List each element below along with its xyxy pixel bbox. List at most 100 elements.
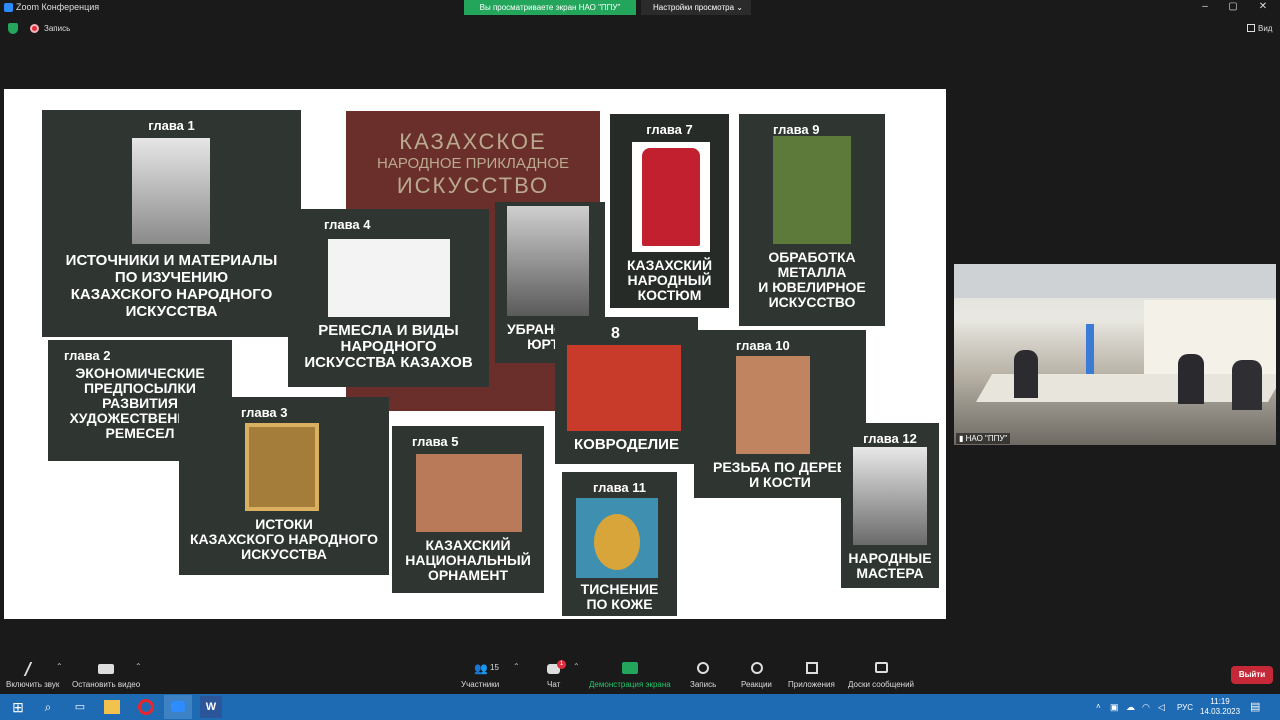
apps-button[interactable]: Приложения [788,680,835,689]
video-button[interactable]: Остановить видео [72,680,140,689]
mute-button[interactable]: Включить звук [6,680,59,689]
participant-video[interactable] [954,264,1276,445]
participant-person [1014,350,1038,398]
chevron-down-icon: ⌄ [736,3,743,12]
elder-photo [132,138,210,244]
record-button[interactable]: Запись [690,680,716,689]
zoom-icon [171,701,185,712]
chapter-card-9: глава 9 ОБРАБОТКА МЕТАЛЛА И ЮВЕЛИРНОЕ ИСКУС… [739,114,885,326]
taskbar-clock[interactable]: 11:19 14.03.2023 [1200,697,1240,717]
craftsman-photo [853,447,927,545]
participants-button[interactable]: Участники [461,680,499,689]
chapter-title: КОВРОДЕЛИЕ [574,436,679,453]
leather-flask-image [576,498,658,578]
record-icon[interactable] [697,662,709,674]
chevron-up-icon[interactable]: ⌃ [135,662,149,674]
costume-image [642,148,700,246]
ceiling [954,264,1276,298]
chapter-card-11: глава 11 ТИСНЕНИЕ ПО КОЖЕ [562,472,677,616]
ornament-image [416,454,522,532]
flag [1086,324,1094,376]
maximize-button[interactable]: ▢ [1218,0,1248,15]
chapter-title: НАРОДНЫЕ МАСТЕРА [848,550,932,581]
chapter-label: глава 5 [412,434,459,449]
view-options-label: Настройки просмотра [653,3,735,12]
chat-button[interactable]: Чат [547,680,560,689]
chapter-label: глава 1 [148,118,195,133]
participant-person [1178,354,1204,404]
window-title: Zoom Конференция [16,2,100,12]
chapter-title: ОБРАБОТКА МЕТАЛЛА И ЮВЕЛИРНОЕ ИСКУССТВО [758,249,866,310]
language-indicator[interactable]: РУС [1177,703,1193,712]
security-shield-icon[interactable] [8,23,18,34]
chapter-title: ИСТОЧНИКИ И МАТЕРИАЛЫ ПО ИЗУЧЕНИЮ КАЗАХСКО… [65,252,278,320]
book-title-line: КАЗАХСКОЕ [399,129,547,154]
clock-time: 11:19 [1210,697,1230,706]
whiteboard-icon[interactable] [875,662,888,673]
volume-icon[interactable]: ◁ [1158,697,1178,717]
chevron-up-icon[interactable]: ⌃ [573,662,587,674]
chapter-card-7: глава 7 КАЗАХСКИЙ НАРОДНЫЙ КОСТЮМ [610,114,729,308]
carved-wood-image [736,356,810,454]
zoom-app-icon [4,3,13,12]
chapter-card-3: глава 3 ИСТОКИ КАЗАХСКОГО НАРОДНОГО ИСКУСС… [179,397,389,575]
chapter-label: глава 12 [863,431,917,446]
book-title-line: ИСКУССТВО [396,173,550,198]
chapter-title: КАЗАХСКИЙ НАЦИОНАЛЬНЫЙ ОРНАМЕНТ [405,537,531,583]
participants-count: 15 [490,663,499,672]
apps-icon[interactable] [806,662,818,674]
chapter-card-12: глава 12 НАРОДНЫЕ МАСТЕРА [841,423,939,588]
chapter-card-8: 8 КОВРОДЕЛИЕ [555,317,698,464]
recording-icon [30,24,39,33]
chevron-up-icon[interactable]: ⌃ [513,662,527,674]
recording-label: Запись [44,24,71,33]
share-screen-button[interactable]: Демонстрация экрана [589,680,671,689]
chapter-title: ИСТОКИ КАЗАХСКОГО НАРОДНОГО ИСКУССТВА [189,516,379,562]
chapter-label: глава 3 [241,405,288,420]
chapter-label: глава 9 [773,122,820,137]
whiteboards-button[interactable]: Доски сообщений [848,680,914,689]
participant-person [1232,360,1262,410]
leave-button[interactable]: Выйти [1231,666,1273,684]
chapter-label: глава 2 [64,348,111,363]
windows-start-icon[interactable]: ⊞ [8,697,28,717]
reactions-button[interactable]: Реакции [741,680,772,689]
chapter-label: глава 7 [646,122,693,137]
costume-image-frame [632,142,710,252]
file-explorer-icon[interactable] [104,700,120,714]
chat-badge: 1 [557,660,566,669]
flask-shape [594,514,640,570]
search-icon[interactable]: ⌕ [38,697,58,717]
opera-icon[interactable] [138,699,154,715]
task-view-icon[interactable]: ▭ [70,697,90,717]
carpet-image [567,345,681,431]
chapter-label: 8 [611,325,620,342]
view-options-button[interactable]: Настройки просмотра ⌄ [641,0,751,15]
reactions-icon[interactable] [751,662,763,674]
shared-screen: КАЗАХСКОЕ НАРОДНОЕ ПРИКЛАДНОЕ ИСКУССТВО … [4,89,946,619]
windows-taskbar [0,694,1280,720]
participants-icon[interactable]: 👥 [474,662,488,675]
share-banner: Вы просматриваете экран НАО "ППУ" [464,0,636,15]
yurt-interior-photo [507,206,589,316]
close-button[interactable]: ✕ [1248,0,1278,15]
chevron-up-icon[interactable]: ⌃ [56,662,70,674]
title-bar: Zoom Конференция [0,0,1280,15]
chapter-title: ТИСНЕНИЕ ПО КОЖЕ [580,581,659,612]
view-icon[interactable] [1247,24,1255,32]
chapter-title: РЕМЕСЛА И ВИДЫ НАРОДНОГО ИСКУССТВА КАЗАХОВ [304,322,473,371]
camera-icon[interactable] [98,664,114,674]
view-button[interactable]: Вид [1258,24,1272,33]
petroglyph-image [328,239,450,317]
share-screen-icon[interactable] [622,662,638,674]
chapter-title: КАЗАХСКИЙ НАРОДНЫЙ КОСТЮМ [626,257,713,303]
notifications-icon[interactable]: ▤ [1250,697,1270,717]
minimize-button[interactable]: – [1190,0,1220,15]
book-title-line: НАРОДНОЕ ПРИКЛАДНОЕ [377,155,569,172]
word-icon[interactable]: W [200,696,222,718]
chapter-label: глава 11 [593,480,646,495]
participant-name-label: ▮ НАО "ППУ" [956,433,1011,444]
chapter-label: глава 4 [324,217,371,232]
zoom-taskbar-item[interactable] [164,695,192,719]
clock-date: 14.03.2023 [1200,707,1241,716]
